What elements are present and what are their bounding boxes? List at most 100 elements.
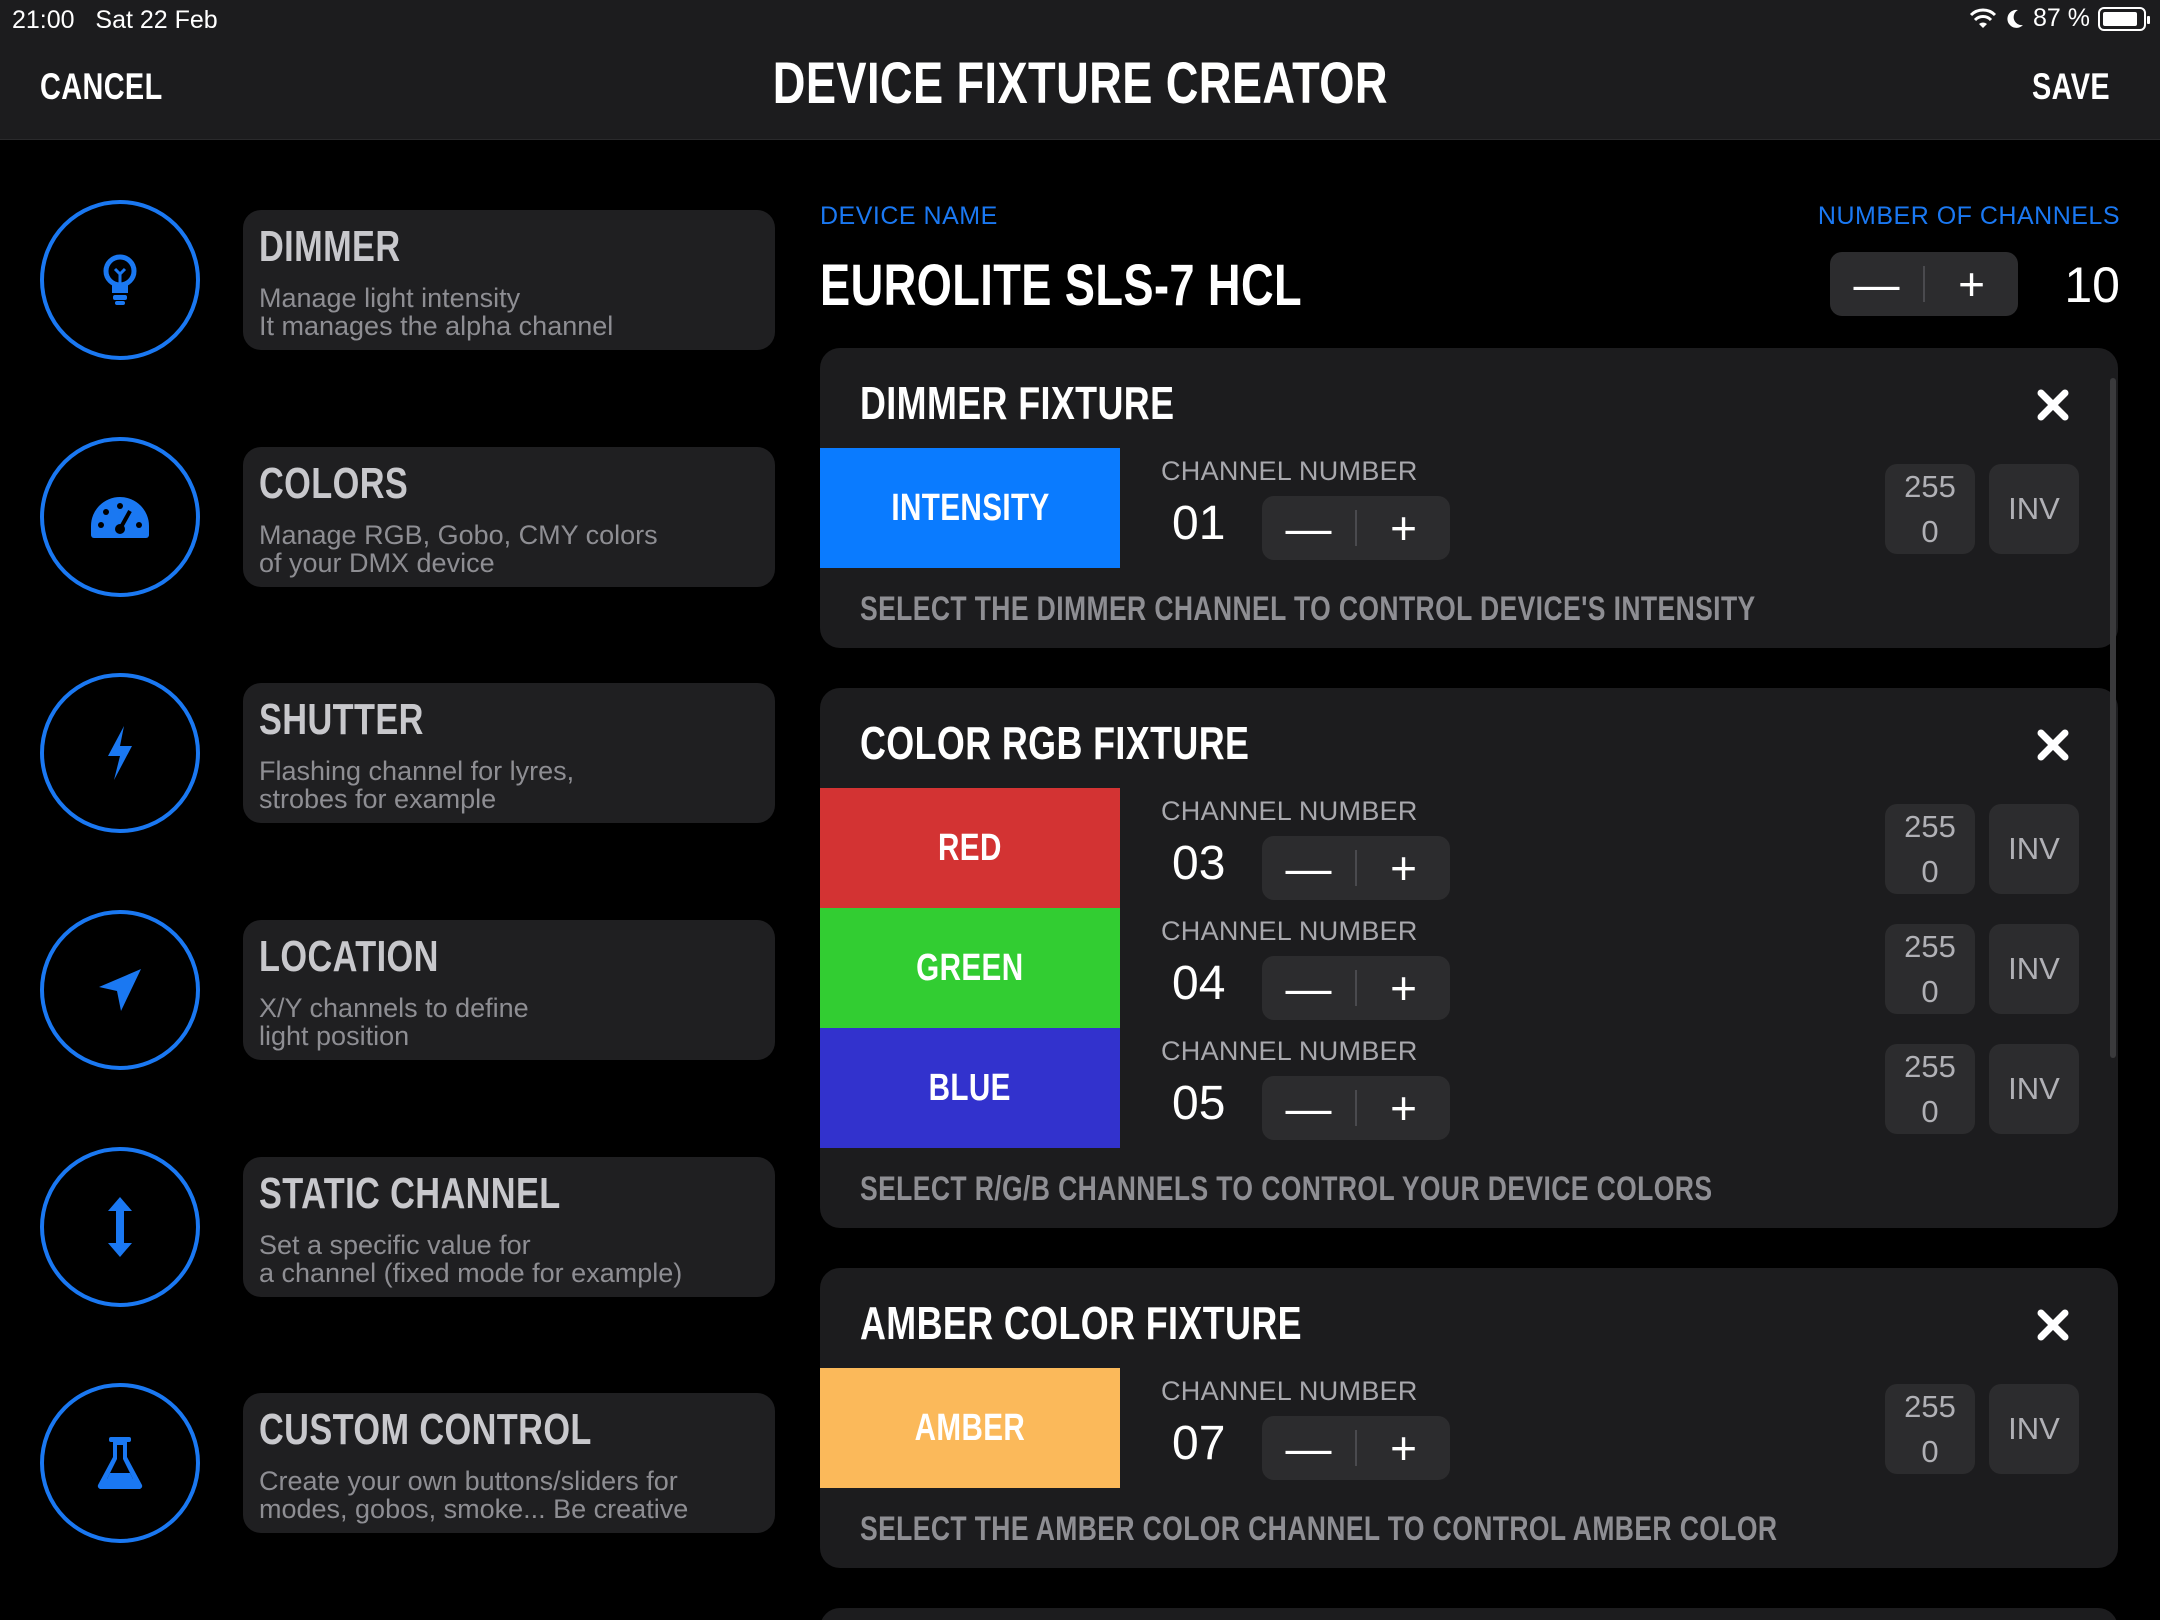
channel-number-label: CHANNEL NUMBER (1161, 456, 1418, 486)
wifi-icon (1969, 8, 1997, 28)
sidebar-item-title: CUSTOM CONTROL (259, 1405, 592, 1454)
channel-increment-button[interactable]: + (1357, 1416, 1450, 1480)
fixture-title: COLOR RGB FIXTURE (860, 716, 1359, 770)
sidebar-item-custom-control[interactable]: CUSTOM CONTROL Create your own buttons/s… (40, 1383, 775, 1543)
device-name-label: DEVICE NAME (820, 202, 998, 230)
shutter-circle (40, 673, 200, 833)
location-arrow-icon (99, 969, 141, 1011)
sidebar-item-dimmer[interactable]: DIMMER Manage light intensity It manages… (40, 200, 775, 360)
fixture-hint: SELECT THE DIMMER CHANNEL TO CONTROL DEV… (860, 590, 2008, 629)
sidebar-card: SHUTTER Flashing channel for lyres, stro… (243, 683, 775, 823)
channel-stepper: — + (1262, 836, 1450, 900)
fixture-card-amber: AMBER COLOR FIXTURE AMBER CHANNEL NUMBER… (820, 1268, 2118, 1568)
range-max: 255 (1904, 1049, 1956, 1084)
sidebar-item-title: LOCATION (259, 932, 439, 981)
close-icon[interactable] (2036, 1308, 2070, 1342)
battery-icon (2098, 6, 2150, 31)
channels-label: NUMBER OF CHANNELS (1817, 202, 2120, 230)
range-min: 0 (1921, 1434, 1939, 1469)
sidebar-item-title: SHUTTER (259, 695, 424, 744)
lightbulb-icon (103, 254, 137, 305)
range-max: 255 (1904, 469, 1956, 504)
flask-icon (97, 1437, 143, 1490)
channel-decrement-button[interactable]: — (1262, 956, 1355, 1020)
channel-increment-button[interactable]: + (1357, 956, 1450, 1020)
channel-increment-button[interactable]: + (1357, 1076, 1450, 1140)
sidebar-item-static-channel[interactable]: STATIC CHANNEL Set a specific value for … (40, 1147, 775, 1307)
channel-decrement-button[interactable]: — (1262, 1416, 1355, 1480)
fixture-card-partial (820, 1608, 2118, 1620)
vertical-arrows-icon (108, 1197, 132, 1257)
channels-decrement-button[interactable]: — (1830, 252, 1923, 316)
channel-swatch-red[interactable]: RED (820, 788, 1120, 908)
sidebar-item-colors[interactable]: COLORS Manage RGB, Gobo, CMY colors of y… (40, 437, 775, 597)
sidebar-item-desc: Set a specific value for a channel (fixe… (259, 1230, 683, 1288)
fixture-title-text: COLOR RGB FIXTURE (860, 717, 1250, 769)
range-min: 0 (1921, 514, 1939, 549)
channel-swatch-blue[interactable]: BLUE (820, 1028, 1120, 1148)
channels-increment-button[interactable]: + (1925, 252, 2018, 316)
channel-number-label: CHANNEL NUMBER (1161, 1376, 1418, 1406)
fixture-hint-text: SELECT THE AMBER COLOR CHANNEL TO CONTRO… (860, 1510, 1778, 1548)
channel-stepper: — + (1262, 956, 1450, 1020)
channel-number-value: 05 (1172, 1077, 1226, 1130)
channel-number-label: CHANNEL NUMBER (1161, 1036, 1418, 1066)
swatch-label: INTENSITY (890, 486, 1050, 529)
page-title-text: DEVICE FIXTURE CREATOR (772, 51, 1388, 116)
save-button[interactable]: SAVE (2010, 66, 2110, 108)
channel-range-button[interactable]: 255 0 (1885, 804, 1975, 894)
invert-button[interactable]: INV (1989, 1044, 2079, 1134)
fixture-title-text: AMBER COLOR FIXTURE (860, 1297, 1302, 1349)
navigation-bar: 21:00 Sat 22 Feb 87 % CANCEL DEVICE FIXT… (0, 0, 2160, 140)
channels-count: 10 (2064, 257, 2120, 313)
device-name-field[interactable]: EUROLITE SLS-7 HCL (820, 252, 1438, 319)
fixture-title: DIMMER FIXTURE (860, 376, 1263, 430)
channel-number-value: 04 (1172, 957, 1226, 1010)
channel-swatch-green[interactable]: GREEN (820, 908, 1120, 1028)
channel-range-button[interactable]: 255 0 (1885, 924, 1975, 1014)
channel-increment-button[interactable]: + (1357, 836, 1450, 900)
custom-control-circle (40, 1383, 200, 1543)
page-title: DEVICE FIXTURE CREATOR (0, 50, 2160, 117)
fixture-hint-text: SELECT R/G/B CHANNELS TO CONTROL YOUR DE… (860, 1170, 1713, 1208)
channel-increment-button[interactable]: + (1357, 496, 1450, 560)
sidebar-item-shutter[interactable]: SHUTTER Flashing channel for lyres, stro… (40, 673, 775, 833)
sidebar-card: DIMMER Manage light intensity It manages… (243, 210, 775, 350)
static-channel-circle (40, 1147, 200, 1307)
battery-percent: 87 % (2033, 4, 2090, 32)
channel-decrement-button[interactable]: — (1262, 1076, 1355, 1140)
status-time: 21:00 (12, 6, 75, 34)
sidebar-card: STATIC CHANNEL Set a specific value for … (243, 1157, 775, 1297)
channel-range-button[interactable]: 255 0 (1885, 1044, 1975, 1134)
fixture-title: AMBER COLOR FIXTURE (860, 1296, 1427, 1350)
invert-button[interactable]: INV (1989, 1384, 2079, 1474)
swatch-label: RED (938, 826, 1002, 869)
fixture-card-dimmer: DIMMER FIXTURE INTENSITY CHANNEL NUMBER … (820, 348, 2118, 648)
save-label: SAVE (2031, 66, 2110, 107)
scrollbar[interactable] (2110, 378, 2116, 1058)
sidebar-item-desc: Flashing channel for lyres, strobes for … (259, 756, 575, 814)
fixture-hint: SELECT R/G/B CHANNELS TO CONTROL YOUR DE… (860, 1170, 1953, 1209)
channel-range-button[interactable]: 255 0 (1885, 1384, 1975, 1474)
range-min: 0 (1921, 854, 1939, 889)
invert-button[interactable]: INV (1989, 464, 2079, 554)
channel-swatch-amber[interactable]: AMBER (820, 1368, 1120, 1488)
channel-range-button[interactable]: 255 0 (1885, 464, 1975, 554)
close-icon[interactable] (2036, 728, 2070, 762)
range-max: 255 (1904, 809, 1956, 844)
invert-button[interactable]: INV (1989, 924, 2079, 1014)
status-time-date: 21:00 Sat 22 Feb (12, 6, 218, 35)
sidebar-item-title: COLORS (259, 459, 409, 508)
invert-button[interactable]: INV (1989, 804, 2079, 894)
gauge-icon (91, 497, 149, 538)
colors-circle (40, 437, 200, 597)
sidebar-item-location[interactable]: LOCATION X/Y channels to define light po… (40, 910, 775, 1070)
fixture-title-text: DIMMER FIXTURE (860, 377, 1175, 429)
close-icon[interactable] (2036, 388, 2070, 422)
device-name-value: EUROLITE SLS-7 HCL (820, 253, 1303, 318)
channel-decrement-button[interactable]: — (1262, 836, 1355, 900)
channel-number-label: CHANNEL NUMBER (1161, 916, 1418, 946)
channel-decrement-button[interactable]: — (1262, 496, 1355, 560)
sidebar-item-desc: Manage light intensity It manages the al… (259, 283, 614, 341)
channel-swatch-intensity[interactable]: INTENSITY (820, 448, 1120, 568)
